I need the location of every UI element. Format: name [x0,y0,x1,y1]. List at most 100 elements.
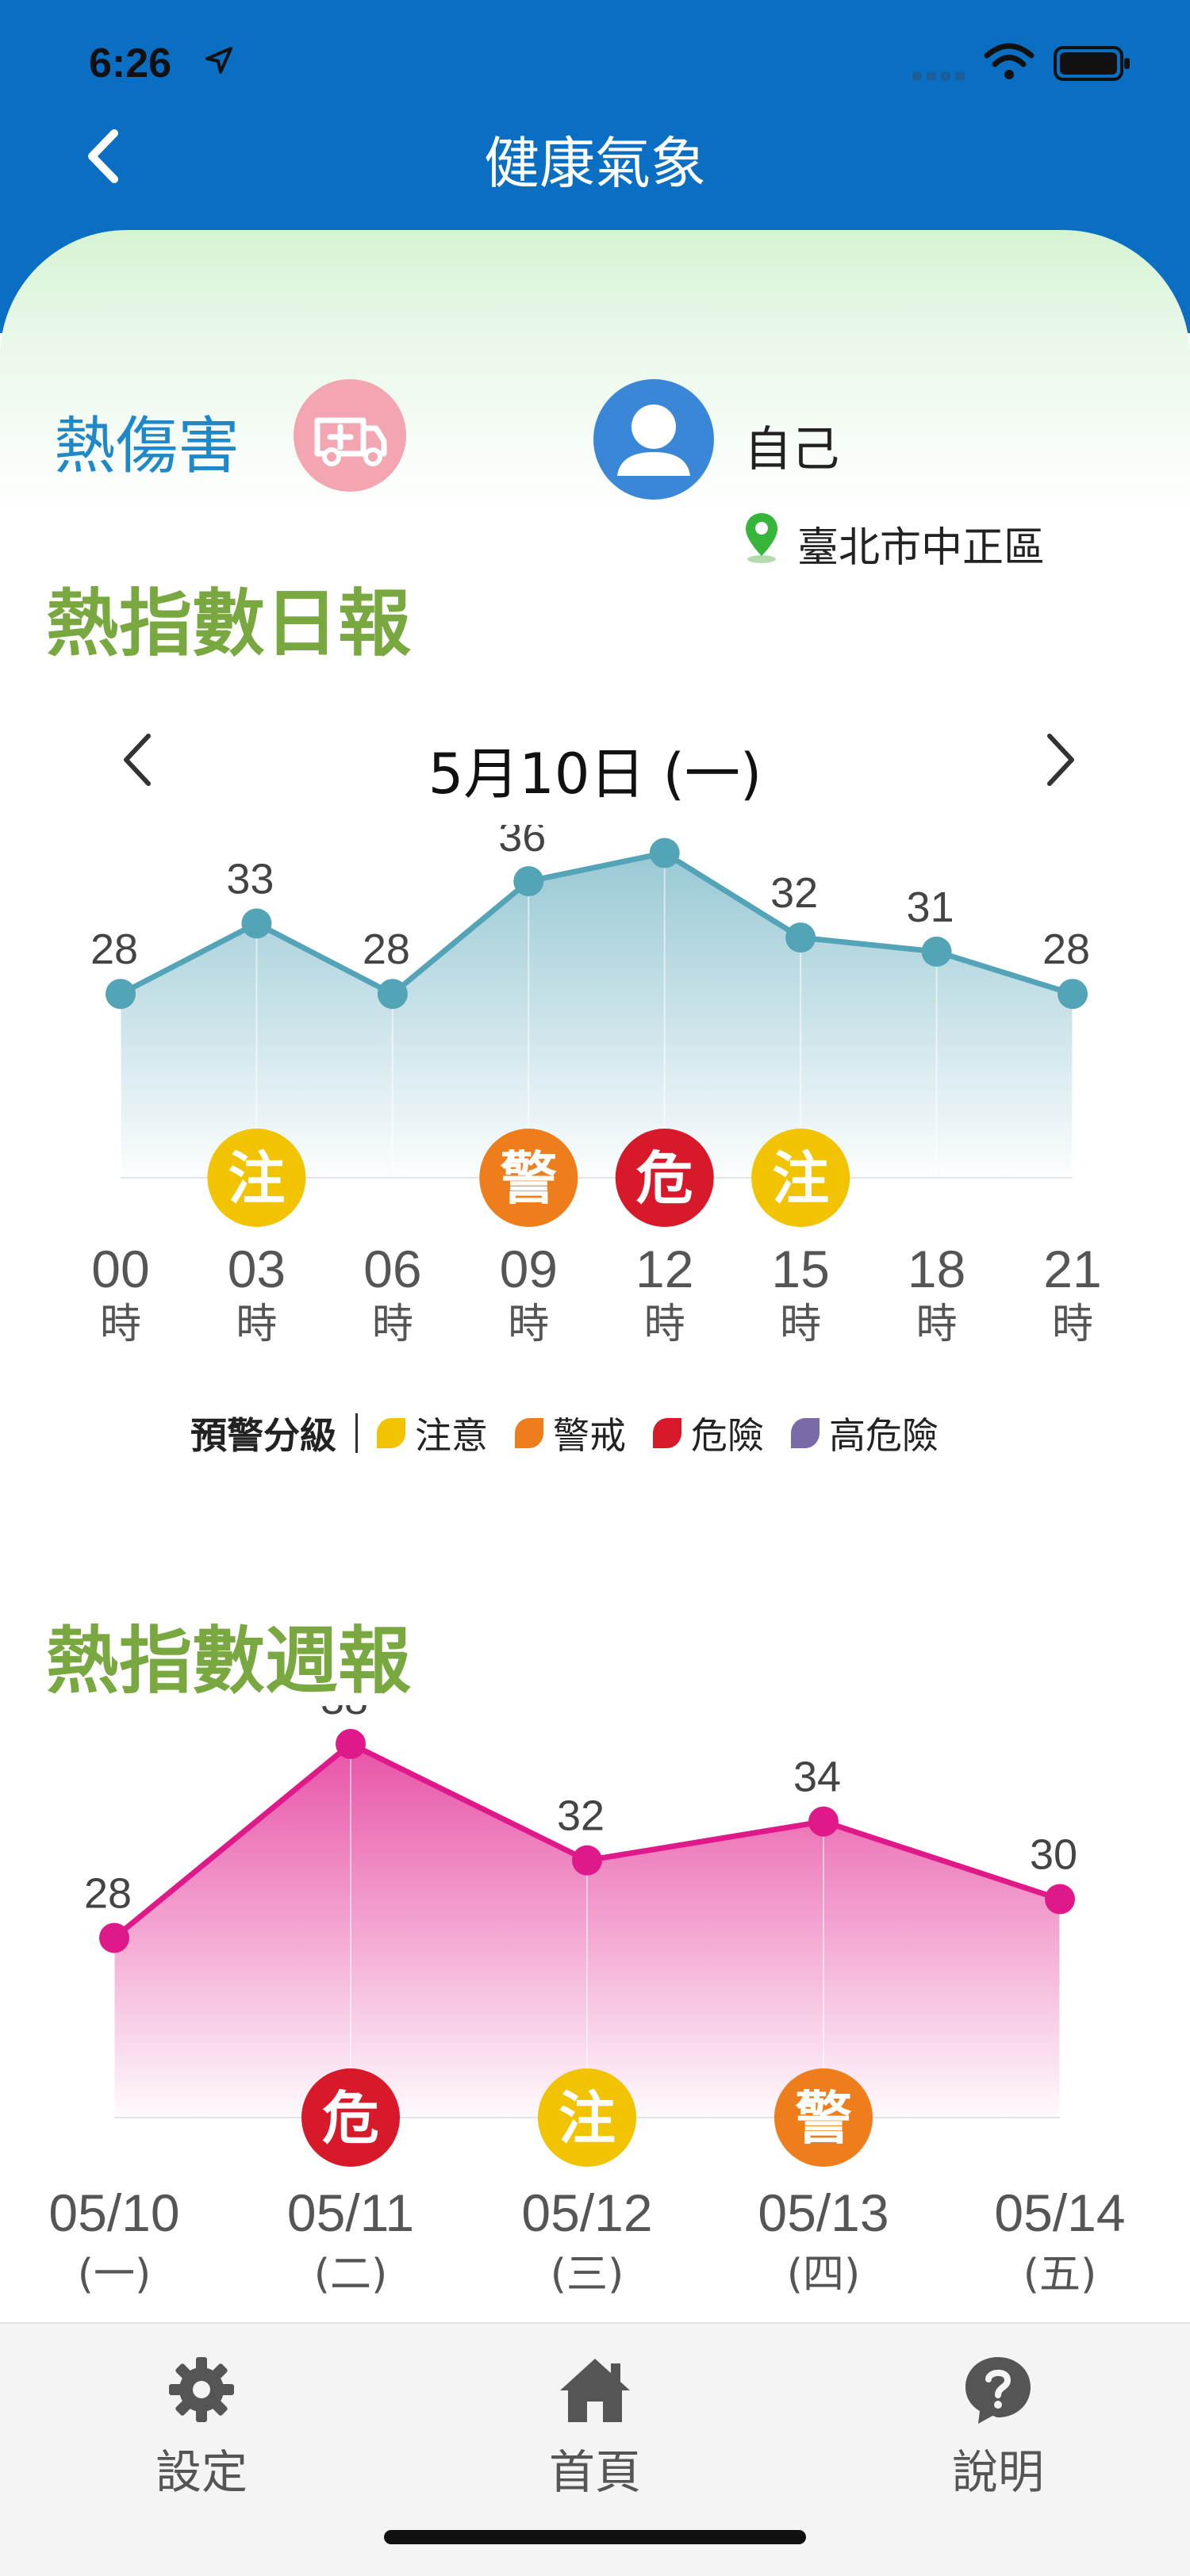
x-tick-sublabel: (三) [551,2251,624,2298]
legend-divider [355,1413,358,1453]
tab-label: 首頁 [548,2445,641,2499]
data-label: 36 [498,825,546,861]
weekly-heat-chart: 28 38 32 34 30 危 注 警 05/10 (一) 05/11 (二) 05/12 (三) 05/… [48,1705,1125,2298]
data-point [1058,979,1088,1010]
x-tick-label: 15 [771,1240,829,1298]
x-tick-label: 05/13 [758,2183,889,2242]
data-point [921,936,952,967]
warning-badge-label: 警 [795,2085,852,2152]
data-label: 30 [1030,1831,1077,1879]
data-label: 34 [793,1754,841,1801]
ambulance-icon[interactable] [294,379,406,492]
data-label: 31 [907,884,954,931]
x-tick-label: 03 [228,1240,286,1298]
data-label: 28 [363,926,410,973]
tab-home[interactable]: 首頁 [492,2354,698,2501]
home-icon [560,2359,630,2422]
leaf-icon [377,1418,405,1448]
page-title: 健康氣象 [484,131,706,196]
x-tick-sublabel: 時 [372,1301,413,1348]
data-point [513,866,544,897]
warning-legend: 預警分級 注意 警戒 危險 高危險 [190,1405,965,1461]
profile-name[interactable]: 自己 [744,411,839,480]
legend-item-high-danger: 高危險 [791,1407,939,1459]
data-point [572,1845,602,1876]
location-arrow-icon [205,47,232,74]
x-tick-label: 05/11 [287,2183,414,2242]
x-tick-label: 12 [635,1240,693,1298]
home-indicator [384,2530,806,2544]
data-label: 38 [321,1705,368,1723]
x-tick-label: 05/12 [521,2183,652,2242]
data-label: 28 [84,1869,132,1917]
data-point [808,1806,839,1837]
x-tick-label: 21 [1043,1240,1101,1298]
x-tick-sublabel: 時 [508,1301,549,1348]
help-icon [965,2357,1031,2424]
location-text: 臺北市中正區 [797,524,1046,572]
tab-settings[interactable]: 設定 [98,2354,305,2501]
x-tick-sublabel: (一) [78,2251,152,2298]
x-tick-sublabel: 時 [100,1301,141,1348]
data-label: 28 [1042,926,1090,973]
x-tick-label: 05/14 [994,2183,1125,2242]
x-tick-sublabel: (五) [1023,2251,1097,2298]
avatar[interactable] [593,379,714,500]
legend-item-caution: 注意 [377,1407,488,1459]
selected-date: 5月10日 (一) [428,742,762,807]
x-tick-sublabel: (四) [787,2251,861,2298]
legend-title: 預警分級 [190,1414,336,1457]
x-tick-label: 18 [908,1240,965,1298]
warning-badge-label: 危 [636,1145,693,1212]
data-label: 38 [635,825,682,833]
topic-label: 熱傷害 [54,411,240,482]
cellular-signal-icon [912,68,969,80]
warning-badge-label: 危 [322,2085,379,2152]
legend-item-alert: 警戒 [515,1407,626,1459]
daily-heading: 熱指數日報 [46,581,412,666]
x-tick-label: 09 [500,1240,558,1298]
x-tick-label: 05/10 [48,2183,179,2242]
tab-help[interactable]: 說明 [895,2354,1101,2501]
data-point [1045,1884,1075,1915]
data-point [377,979,408,1010]
x-tick-label: 00 [91,1240,149,1298]
leaf-icon [653,1418,681,1448]
status-time: 6:26 [89,40,172,86]
leaf-icon [515,1418,543,1448]
legend-item-danger: 危險 [653,1407,764,1459]
warning-badge-label: 注 [559,2085,616,2152]
legend-label: 警戒 [553,1414,626,1457]
wifi-icon [984,43,1035,79]
tab-label: 設定 [155,2445,248,2499]
data-point [336,1728,366,1759]
data-label: 32 [770,869,818,917]
tab-label: 說明 [951,2445,1044,2499]
data-point [241,908,272,939]
next-day-button[interactable] [1035,728,1083,792]
x-tick-sublabel: 時 [1052,1301,1093,1348]
warning-badge-label: 注 [772,1145,829,1212]
leaf-icon [791,1418,820,1448]
data-point [106,979,136,1010]
daily-heat-chart: 2833283638323128注警危注00時03時06時09時12時15時18… [90,825,1102,1348]
legend-label: 危險 [691,1414,764,1457]
x-tick-sublabel: 時 [780,1301,821,1348]
data-point [649,838,680,868]
data-label: 33 [226,855,274,903]
x-tick-sublabel: (二) [314,2251,388,2298]
data-point [785,922,816,953]
weekly-heading: 熱指數週報 [46,1619,412,1704]
data-point [99,1922,129,1953]
x-tick-sublabel: 時 [644,1301,685,1348]
battery-icon [1054,46,1130,81]
x-tick-sublabel: 時 [916,1301,958,1348]
warning-badge-label: 注 [228,1145,285,1212]
x-tick-sublabel: 時 [236,1301,277,1348]
legend-label: 注意 [415,1414,488,1457]
x-tick-label: 06 [363,1240,421,1298]
location-pin-icon [746,513,777,563]
data-label: 32 [557,1792,605,1840]
warning-badge-label: 警 [500,1145,557,1212]
legend-label: 高危險 [829,1414,939,1457]
